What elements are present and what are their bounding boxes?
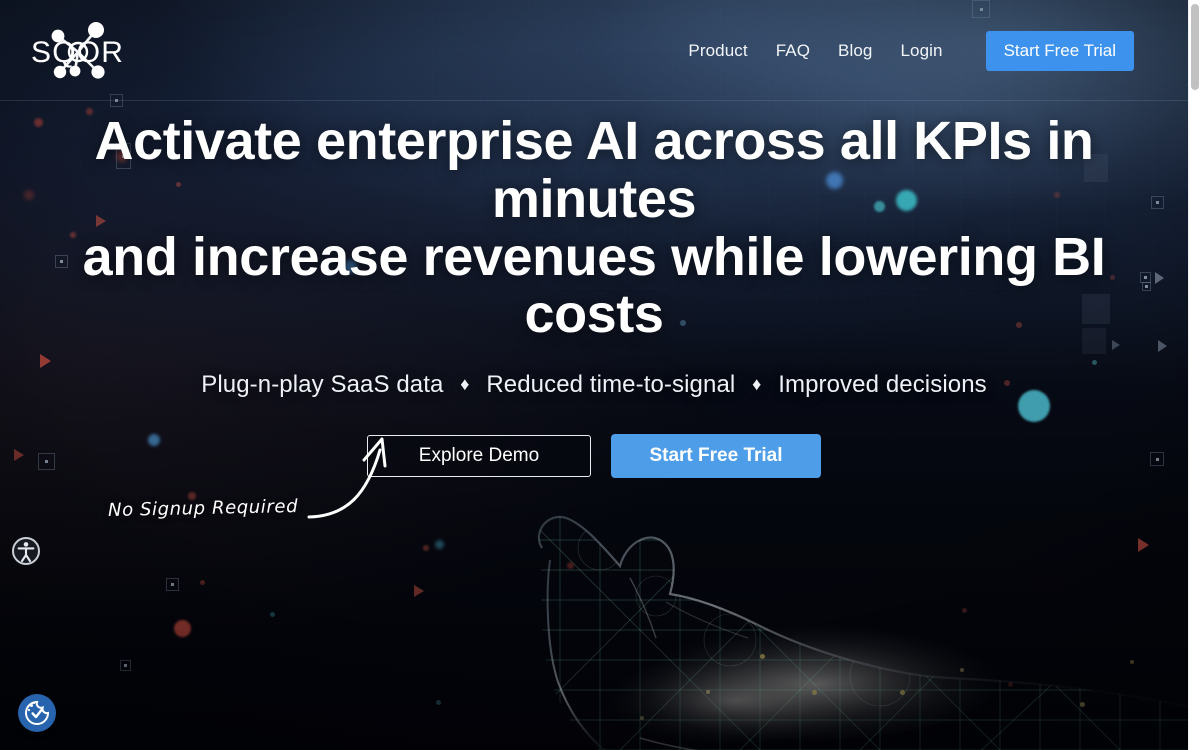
nav-link-product[interactable]: Product [674, 41, 761, 61]
hero-subline-item-2: Reduced time-to-signal [486, 371, 736, 399]
primary-navigation: Product FAQ Blog Login Start Free Trial [674, 0, 1134, 101]
nav-link-blog[interactable]: Blog [824, 41, 886, 61]
header-start-free-trial-button[interactable]: Start Free Trial [985, 30, 1134, 71]
sqor-logo[interactable]: SQOR [28, 14, 124, 86]
nav-link-faq[interactable]: FAQ [762, 41, 824, 61]
svg-text:SQOR: SQOR [31, 36, 124, 69]
hero-subline-separator-1: ♦ [460, 374, 470, 395]
hero-subline-item-1: Plug-n-play SaaS data [201, 371, 444, 399]
accessibility-icon [12, 537, 40, 565]
hero-start-free-trial-button[interactable]: Start Free Trial [611, 434, 821, 479]
cookie-consent-button[interactable] [18, 694, 56, 732]
curved-arrow-icon [307, 437, 387, 519]
hero-headline-line-2: and increase revenues while lowering BI … [82, 226, 1106, 345]
page-root: SQOR Product FAQ Blog Login Start Free T… [0, 0, 1200, 750]
hero-headline: Activate enterprise AI across all KPIs i… [0, 111, 1188, 345]
hero-subline-separator-2: ♦ [752, 374, 762, 395]
hero-subline-item-3: Improved decisions [778, 371, 987, 399]
nav-link-login[interactable]: Login [886, 41, 956, 61]
page-scrollbar-thumb[interactable] [1191, 4, 1199, 90]
no-signup-annotation: No Signup Required [95, 432, 405, 550]
sqor-molecule-logo-icon: SQOR [31, 22, 124, 79]
browser-viewport: SQOR Product FAQ Blog Login Start Free T… [0, 0, 1188, 750]
cookie-consent-icon [25, 700, 50, 725]
hero-section: Activate enterprise AI across all KPIs i… [0, 101, 1188, 750]
page-scrollbar[interactable] [1188, 0, 1200, 750]
hero-headline-line-1: Activate enterprise AI across all KPIs i… [94, 111, 1094, 229]
accessibility-widget-button[interactable] [12, 537, 40, 565]
hero-subline: Plug-n-play SaaS data ♦ Reduced time-to-… [0, 371, 1188, 399]
site-header: SQOR Product FAQ Blog Login Start Free T… [0, 0, 1188, 101]
